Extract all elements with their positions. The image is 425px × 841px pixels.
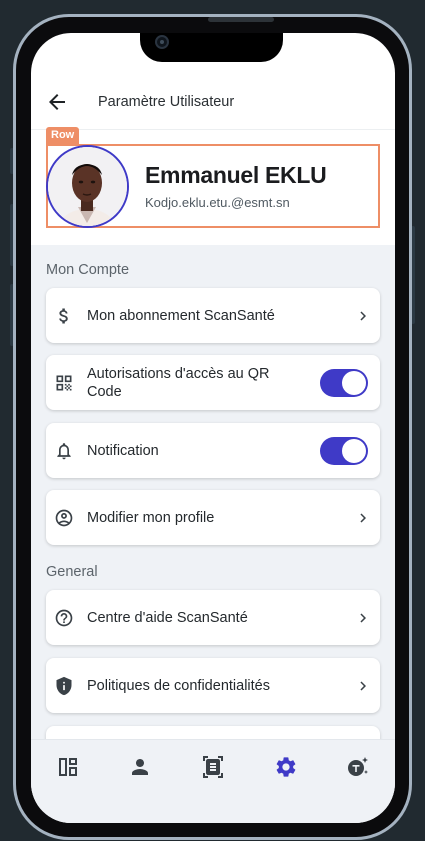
- chevron-right-icon: [360, 311, 366, 320]
- avatar-photo: [48, 147, 127, 226]
- section-title-account: Mon Compte: [46, 262, 130, 278]
- nav-dashboard[interactable]: [56, 755, 80, 779]
- chevron-right-icon: [360, 513, 366, 522]
- chevron-right-icon: [360, 681, 366, 690]
- avatar: [46, 145, 129, 228]
- notification-toggle[interactable]: [320, 436, 368, 465]
- notification-label: Notification: [87, 442, 159, 459]
- person-icon: [132, 759, 148, 775]
- text-ai-icon: [348, 757, 368, 776]
- document-scanner-icon: [203, 756, 223, 778]
- nav-scan[interactable]: [201, 755, 225, 779]
- nav-translate[interactable]: [346, 755, 370, 779]
- subscription-label: Mon abonnement ScanSanté: [87, 307, 275, 324]
- qr-code-icon: [56, 375, 72, 390]
- help-center-item[interactable]: Centre d'aide ScanSanté: [46, 590, 380, 645]
- user-email: Kodjo.eklu.etu.@esmt.sn: [145, 195, 290, 210]
- bell-icon: [57, 442, 71, 459]
- chevron-right-icon: [360, 613, 366, 622]
- help-circle-icon: [55, 609, 73, 626]
- gear-icon: [276, 757, 296, 777]
- back-button[interactable]: [45, 90, 69, 114]
- qr-access-toggle[interactable]: [320, 368, 368, 397]
- bottom-navigation: [31, 739, 395, 823]
- qr-access-label: Autorisations d'accès au QR Code: [87, 365, 270, 400]
- qr-access-item[interactable]: Autorisations d'accès au QR Code: [46, 355, 380, 410]
- toggle-knob: [342, 370, 366, 395]
- user-name: Emmanuel EKLU: [145, 162, 327, 188]
- dashboard-icon: [59, 758, 77, 776]
- debug-row-tag: Row: [46, 127, 80, 144]
- speaker-grille: [208, 17, 274, 22]
- account-circle-icon: [55, 509, 73, 526]
- front-camera: [155, 35, 169, 49]
- notification-item[interactable]: Notification: [46, 423, 380, 478]
- divider: [31, 129, 395, 130]
- subscription-item[interactable]: Mon abonnement ScanSanté: [46, 288, 380, 343]
- phone-screen: Paramètre Utilisateur Row Emmanuel EKLU …: [31, 33, 395, 823]
- privacy-policy-label: Politiques de confidentialités: [87, 677, 270, 694]
- privacy-policy-item[interactable]: Politiques de confidentialités: [46, 658, 380, 713]
- page-title: Paramètre Utilisateur: [98, 94, 235, 110]
- section-title-general: General: [46, 564, 98, 580]
- edit-profile-label: Modifier mon profile: [87, 509, 215, 526]
- dollar-icon: [59, 308, 68, 323]
- toggle-knob: [342, 438, 366, 463]
- help-center-label: Centre d'aide ScanSanté: [87, 609, 248, 626]
- edit-profile-item[interactable]: Modifier mon profile: [46, 490, 380, 545]
- nav-profile[interactable]: [128, 755, 152, 779]
- shield-icon: [56, 676, 72, 695]
- nav-settings[interactable]: [274, 755, 298, 779]
- arrow-back-icon: [49, 94, 65, 110]
